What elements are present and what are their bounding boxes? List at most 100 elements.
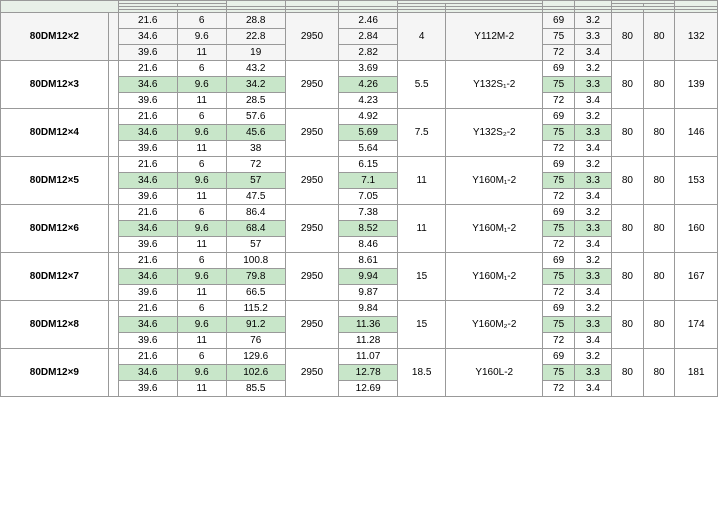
eff-cell: 75 xyxy=(543,317,575,333)
q-ls-cell: 6 xyxy=(177,61,226,77)
h-cell: 129.6 xyxy=(226,349,285,365)
pa-cell: 8.52 xyxy=(339,221,398,237)
h-cell: 57.6 xyxy=(226,109,285,125)
outlet-cell: 80 xyxy=(643,61,675,109)
npsh-cell: 3.3 xyxy=(574,269,611,285)
q-ls-cell: 11 xyxy=(177,333,226,349)
pa-cell: 5.64 xyxy=(339,141,398,157)
npsh-cell: 3.2 xyxy=(574,61,611,77)
model-cell: 80DM12×8 xyxy=(1,301,109,349)
h-cell: 102.6 xyxy=(226,365,285,381)
h-cell: 57 xyxy=(226,237,285,253)
q-ls-cell: 11 xyxy=(177,45,226,61)
q-m3h-cell: 21.6 xyxy=(118,253,177,269)
npsh-cell: 3.2 xyxy=(574,109,611,125)
inlet-cell: 80 xyxy=(612,157,644,205)
header-model xyxy=(1,1,119,13)
weight-cell: 146 xyxy=(675,109,718,157)
npsh-cell: 3.3 xyxy=(574,365,611,381)
weight-cell: 132 xyxy=(675,13,718,61)
eff-cell: 72 xyxy=(543,285,575,301)
pa-cell: 7.05 xyxy=(339,189,398,205)
q-m3h-cell: 39.6 xyxy=(118,285,177,301)
q-m3h-cell: 21.6 xyxy=(118,205,177,221)
eff-cell: 72 xyxy=(543,333,575,349)
q-m3h-cell: 21.6 xyxy=(118,61,177,77)
npsh-cell: 3.4 xyxy=(574,93,611,109)
param-cell xyxy=(108,109,118,157)
eff-cell: 72 xyxy=(543,381,575,397)
h-cell: 91.2 xyxy=(226,317,285,333)
table-row: 80DM12×221.6628.829502.464Y112M-2693.280… xyxy=(1,13,718,29)
pa-cell: 2.46 xyxy=(339,13,398,29)
q-ls-cell: 6 xyxy=(177,13,226,29)
eff-cell: 75 xyxy=(543,221,575,237)
q-ls-cell: 6 xyxy=(177,157,226,173)
eff-cell: 69 xyxy=(543,253,575,269)
pa-cell: 9.84 xyxy=(339,301,398,317)
motor-cell: Y160M₂-2 xyxy=(446,301,543,349)
eff-cell: 69 xyxy=(543,301,575,317)
table-row: 80DM12×521.667229506.1511Y160M₁-2693.280… xyxy=(1,157,718,173)
npsh-cell: 3.4 xyxy=(574,141,611,157)
npsh-cell: 3.3 xyxy=(574,29,611,45)
h-cell: 115.2 xyxy=(226,301,285,317)
q-ls-cell: 11 xyxy=(177,237,226,253)
eff-cell: 75 xyxy=(543,29,575,45)
q-ls-cell: 9.6 xyxy=(177,317,226,333)
pump-data-table: 80DM12×221.6628.829502.464Y112M-2693.280… xyxy=(0,0,718,397)
q-m3h-cell: 39.6 xyxy=(118,189,177,205)
pa-cell: 8.46 xyxy=(339,237,398,253)
power-cell: 11 xyxy=(398,157,446,205)
pa-cell: 9.87 xyxy=(339,285,398,301)
q-ls-cell: 6 xyxy=(177,205,226,221)
npsh-cell: 3.2 xyxy=(574,253,611,269)
motor-cell: Y132S₂-2 xyxy=(446,109,543,157)
q-m3h-cell: 39.6 xyxy=(118,333,177,349)
eff-cell: 75 xyxy=(543,269,575,285)
q-m3h-cell: 34.6 xyxy=(118,221,177,237)
param-cell xyxy=(108,301,118,349)
param-cell xyxy=(108,61,118,109)
model-cell: 80DM12×5 xyxy=(1,157,109,205)
table-row: 80DM12×421.6657.629504.927.5Y132S₂-2693.… xyxy=(1,109,718,125)
h-cell: 34.2 xyxy=(226,77,285,93)
main-container: 80DM12×221.6628.829502.464Y112M-2693.280… xyxy=(0,0,718,397)
outlet-cell: 80 xyxy=(643,349,675,397)
model-cell: 80DM12×3 xyxy=(1,61,109,109)
q-ls-cell: 11 xyxy=(177,93,226,109)
npsh-cell: 3.4 xyxy=(574,333,611,349)
h-cell: 38 xyxy=(226,141,285,157)
q-m3h-cell: 34.6 xyxy=(118,317,177,333)
h-cell: 85.5 xyxy=(226,381,285,397)
n-cell: 2950 xyxy=(285,109,338,157)
motor-cell: Y160M₁-2 xyxy=(446,157,543,205)
eff-cell: 69 xyxy=(543,349,575,365)
pa-cell: 11.07 xyxy=(339,349,398,365)
model-cell: 80DM12×4 xyxy=(1,109,109,157)
h-cell: 79.8 xyxy=(226,269,285,285)
h-cell: 86.4 xyxy=(226,205,285,221)
q-m3h-cell: 21.6 xyxy=(118,301,177,317)
table-row: 80DM12×621.6686.429507.3811Y160M₁-2693.2… xyxy=(1,205,718,221)
power-cell: 11 xyxy=(398,205,446,253)
n-cell: 2950 xyxy=(285,205,338,253)
inlet-cell: 80 xyxy=(612,205,644,253)
eff-cell: 75 xyxy=(543,365,575,381)
motor-cell: Y160M₁-2 xyxy=(446,205,543,253)
motor-cell: Y112M-2 xyxy=(446,13,543,61)
q-m3h-cell: 39.6 xyxy=(118,93,177,109)
motor-cell: Y160L-2 xyxy=(446,349,543,397)
q-ls-cell: 6 xyxy=(177,253,226,269)
eff-cell: 69 xyxy=(543,205,575,221)
h-cell: 28.5 xyxy=(226,93,285,109)
table-row: 80DM12×821.66115.229509.8415Y160M₂-2693.… xyxy=(1,301,718,317)
npsh-cell: 3.2 xyxy=(574,13,611,29)
n-cell: 2950 xyxy=(285,13,338,61)
q-m3h-cell: 34.6 xyxy=(118,365,177,381)
inlet-cell: 80 xyxy=(612,253,644,301)
q-m3h-cell: 39.6 xyxy=(118,45,177,61)
q-m3h-cell: 21.6 xyxy=(118,349,177,365)
model-cell: 80DM12×7 xyxy=(1,253,109,301)
h-cell: 28.8 xyxy=(226,13,285,29)
